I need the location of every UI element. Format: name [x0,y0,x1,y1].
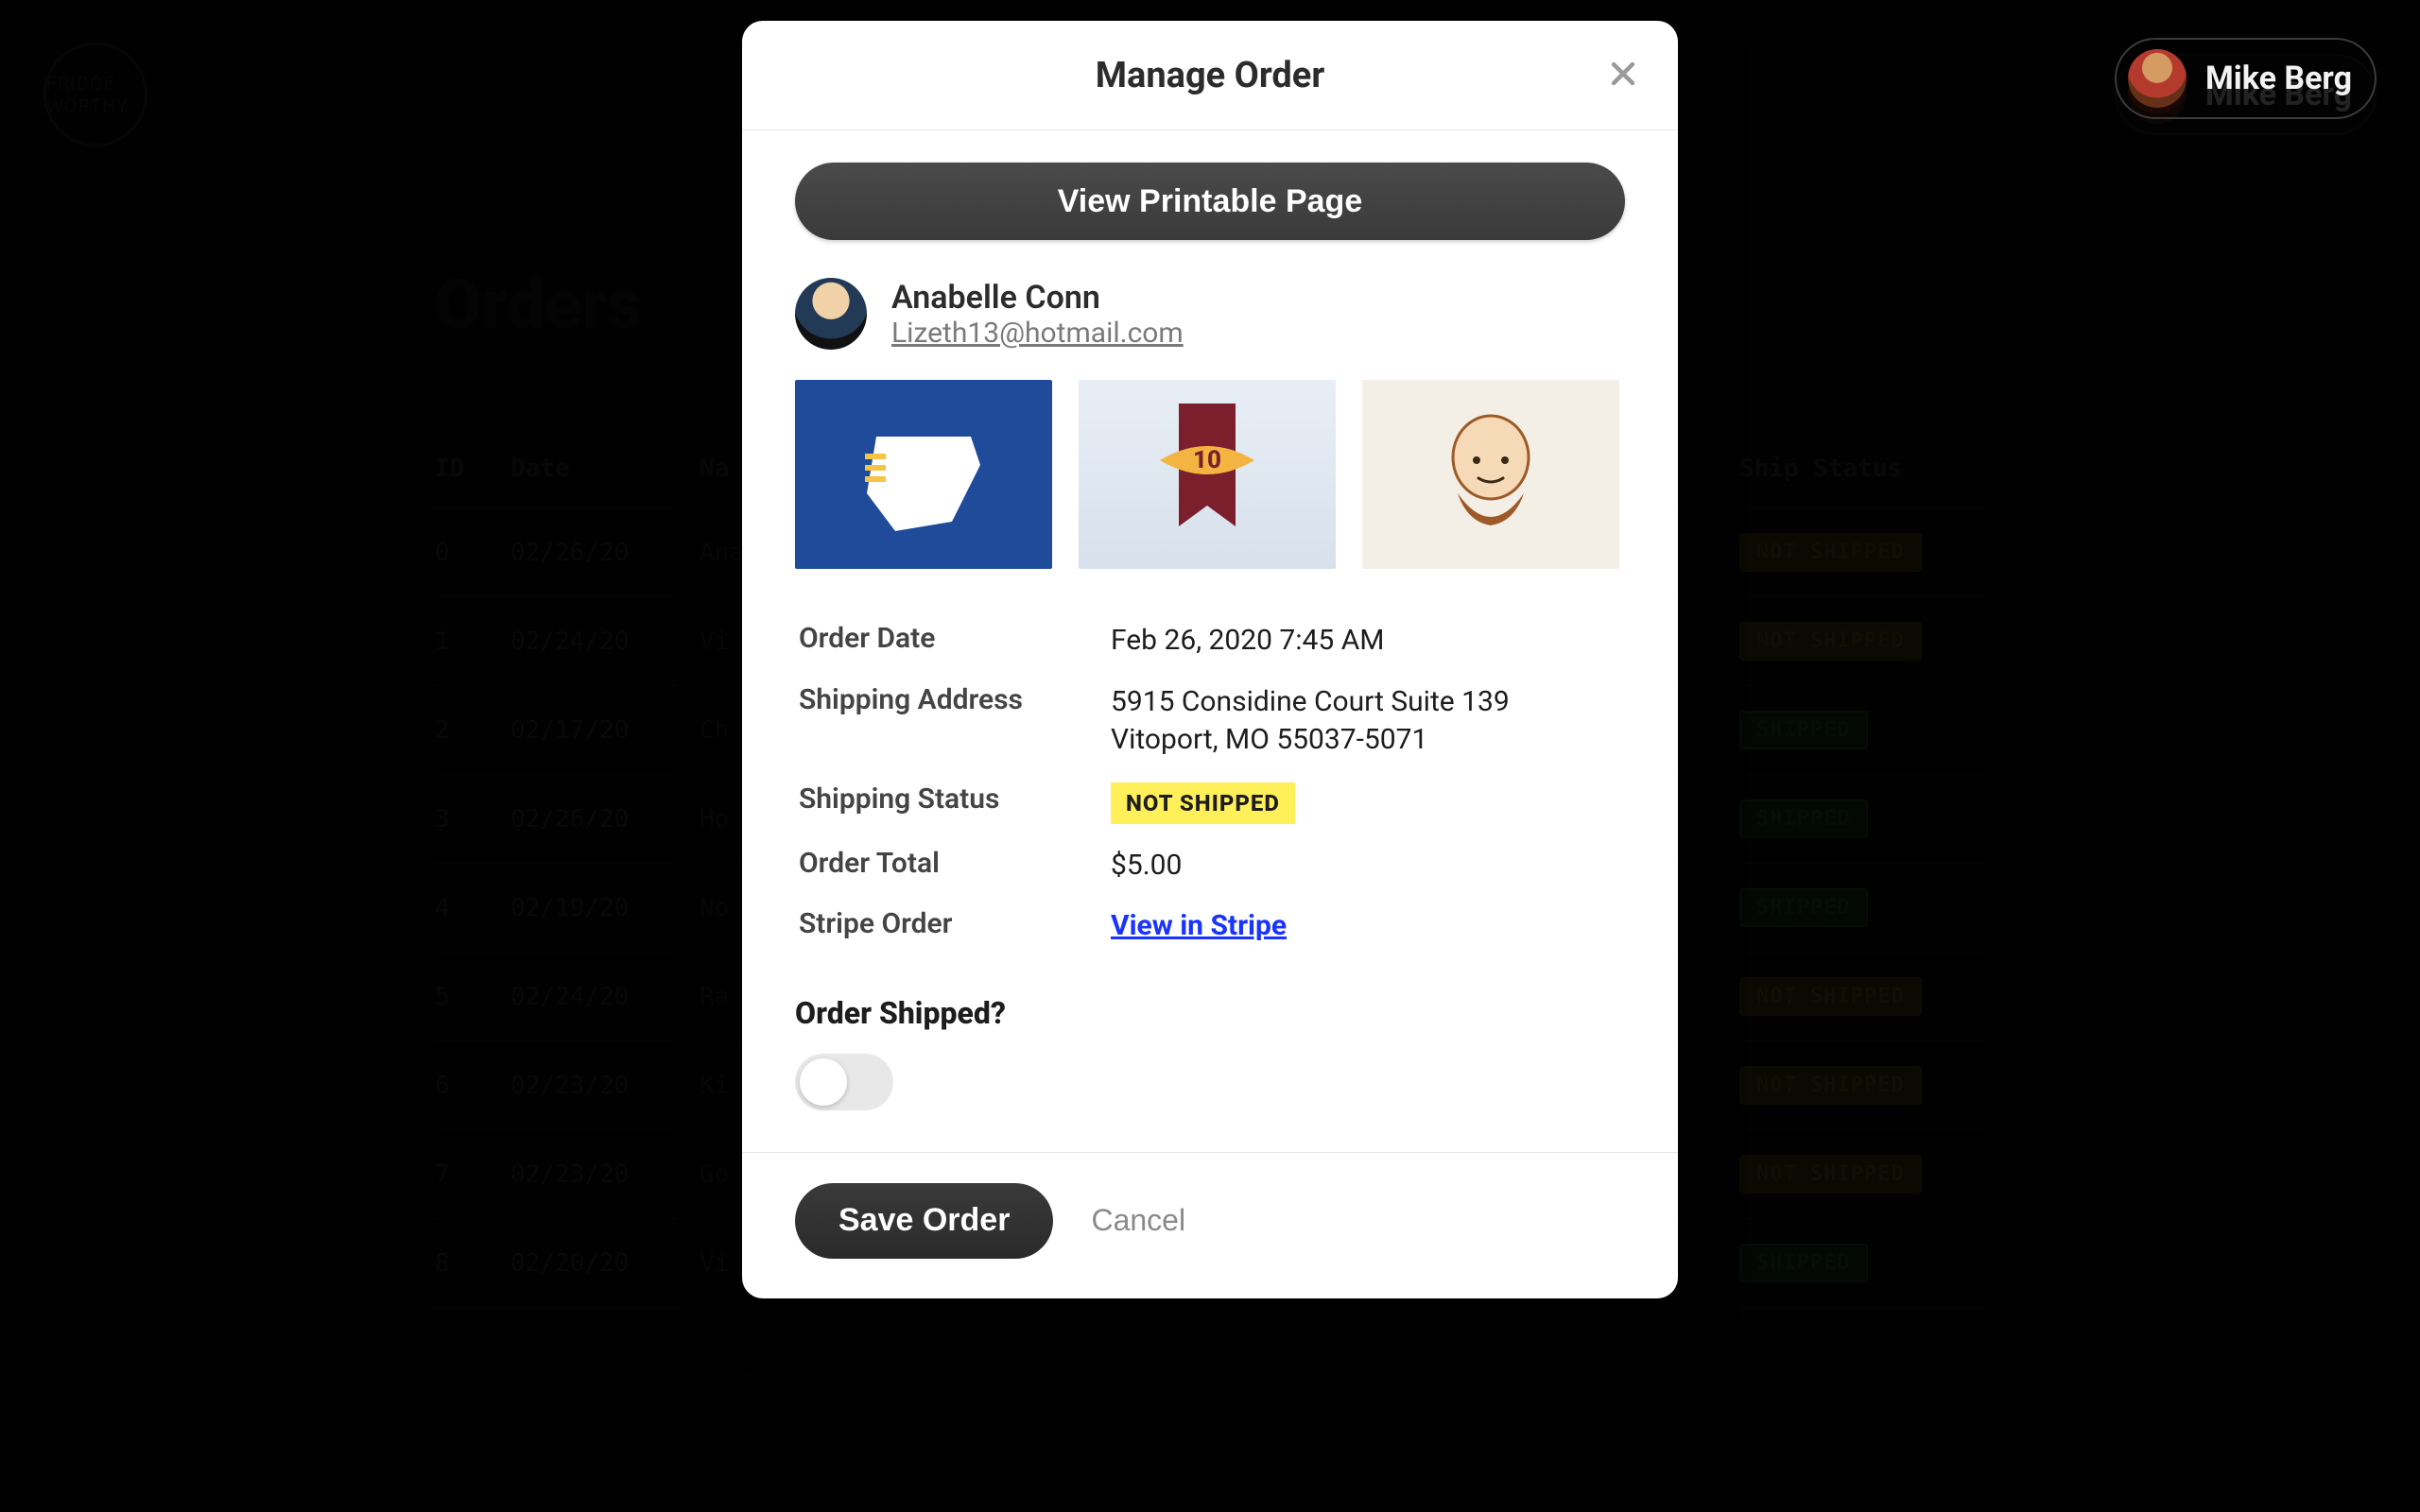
order-item-thumb[interactable] [795,380,1052,569]
label-order-shipped-q: Order Shipped? [795,995,1625,1031]
save-label: Save Order [838,1202,1010,1238]
customer-avatar [795,278,867,350]
label-shipping-address: Shipping Address [799,683,1111,716]
order-item-thumbnails: 10 [795,380,1625,569]
customer-name: Anabelle Conn [891,279,1184,317]
stripe-link[interactable]: View in Stripe [1111,909,1287,942]
value-shipping-address: 5915 Considine Court Suite 139 Vitoport,… [1111,683,1621,760]
save-button[interactable]: Save Order [795,1183,1053,1259]
customer-email[interactable]: Lizeth13@hotmail.com [891,317,1184,350]
shipping-address-line2: Vitoport, MO 55037-5071 [1111,721,1621,760]
label-order-total: Order Total [799,847,1111,880]
cancel-label: Cancel [1091,1203,1185,1237]
label-shipping-status: Shipping Status [799,782,1111,816]
modal-body: View Printable Page Anabelle Conn Lizeth… [742,130,1678,1152]
svg-text:10: 10 [1193,446,1221,474]
customer-block: Anabelle Conn Lizeth13@hotmail.com [795,278,1625,350]
user-menu[interactable]: Mike Berg [2115,38,2377,119]
close-icon [1607,58,1639,94]
avatar [2128,49,2187,108]
status-badge: NOT SHIPPED [1111,782,1295,824]
user-name: Mike Berg [2205,60,2352,97]
manage-order-modal: Manage Order View Printable Page Anabell… [742,21,1678,1298]
shipped-toggle[interactable] [795,1054,893,1110]
order-item-thumb[interactable] [1362,380,1619,569]
value-order-total: $5.00 [1111,847,1621,885]
value-order-date: Feb 26, 2020 7:45 AM [1111,622,1621,661]
shipping-address-line1: 5915 Considine Court Suite 139 [1111,683,1621,722]
label-order-date: Order Date [799,622,1111,655]
order-item-thumb[interactable]: 10 [1079,380,1336,569]
order-details: Order Date Feb 26, 2020 7:45 AM Shipping… [795,610,1625,957]
view-printable-label: View Printable Page [1058,183,1363,219]
modal-footer: Save Order Cancel [742,1152,1678,1298]
cancel-button[interactable]: Cancel [1091,1203,1185,1238]
toggle-knob [800,1058,847,1106]
view-printable-button[interactable]: View Printable Page [795,163,1625,240]
label-stripe-order: Stripe Order [799,907,1111,940]
modal-title: Manage Order [1096,55,1325,96]
modal-header: Manage Order [742,21,1678,130]
close-button[interactable] [1602,55,1644,96]
